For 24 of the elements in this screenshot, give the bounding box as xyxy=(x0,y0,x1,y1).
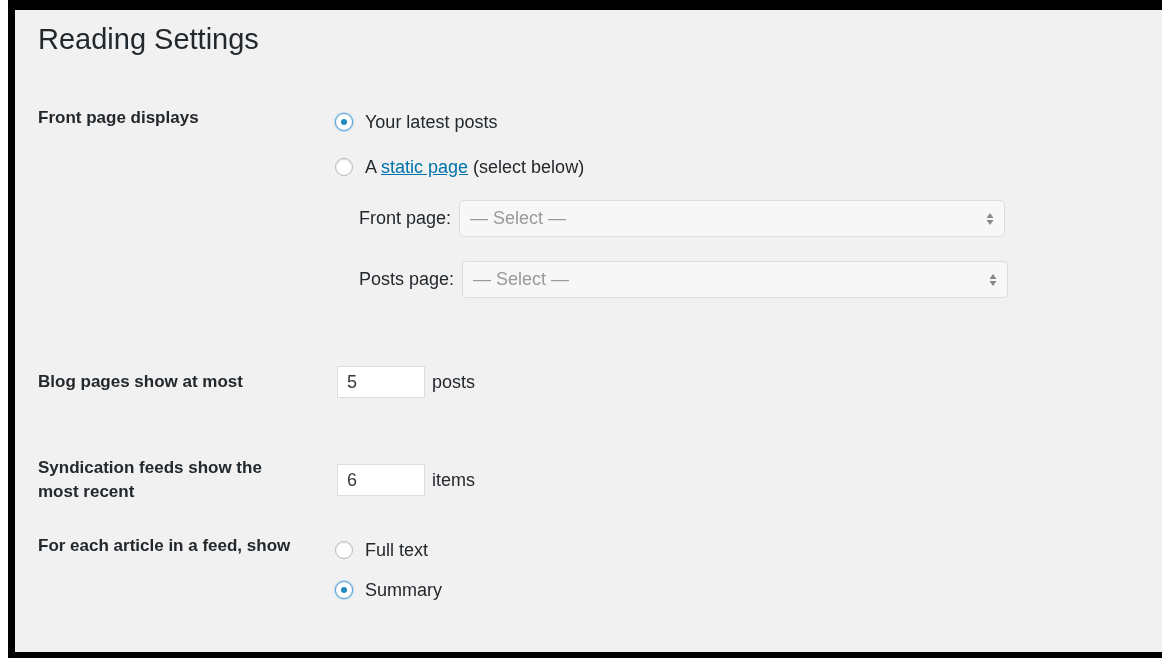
number-field[interactable]: 5 xyxy=(337,366,425,398)
unit-label: posts xyxy=(432,371,476,393)
sort-arrows-icon xyxy=(989,272,998,287)
setting-label: Blog pages show at most xyxy=(38,371,244,393)
page-select[interactable]: — Select — xyxy=(462,261,1009,298)
page-select[interactable]: — Select — xyxy=(459,200,1006,237)
page-title: Reading Settings xyxy=(38,22,260,57)
select-label: Posts page: xyxy=(359,269,455,290)
option-label: Summary xyxy=(365,579,442,601)
static-page-link[interactable]: static page xyxy=(381,156,469,177)
select-label: Front page: xyxy=(359,208,452,229)
setting-label: Front page displays xyxy=(38,107,200,129)
sort-arrows-icon xyxy=(986,211,995,226)
radio-button[interactable] xyxy=(335,113,353,131)
number-field[interactable]: 6 xyxy=(337,464,425,496)
option-label: A static page (select below) xyxy=(365,156,585,178)
option-label: Full text xyxy=(365,539,429,561)
unit-label: items xyxy=(432,469,475,491)
radio-button[interactable] xyxy=(335,541,353,559)
radio-button[interactable] xyxy=(335,158,353,176)
setting-label: For each article in a feed, show xyxy=(38,535,292,557)
radio-button[interactable] xyxy=(335,581,353,599)
setting-label: Syndication feeds show the most recent xyxy=(38,457,263,503)
option-label: Your latest posts xyxy=(365,111,498,133)
